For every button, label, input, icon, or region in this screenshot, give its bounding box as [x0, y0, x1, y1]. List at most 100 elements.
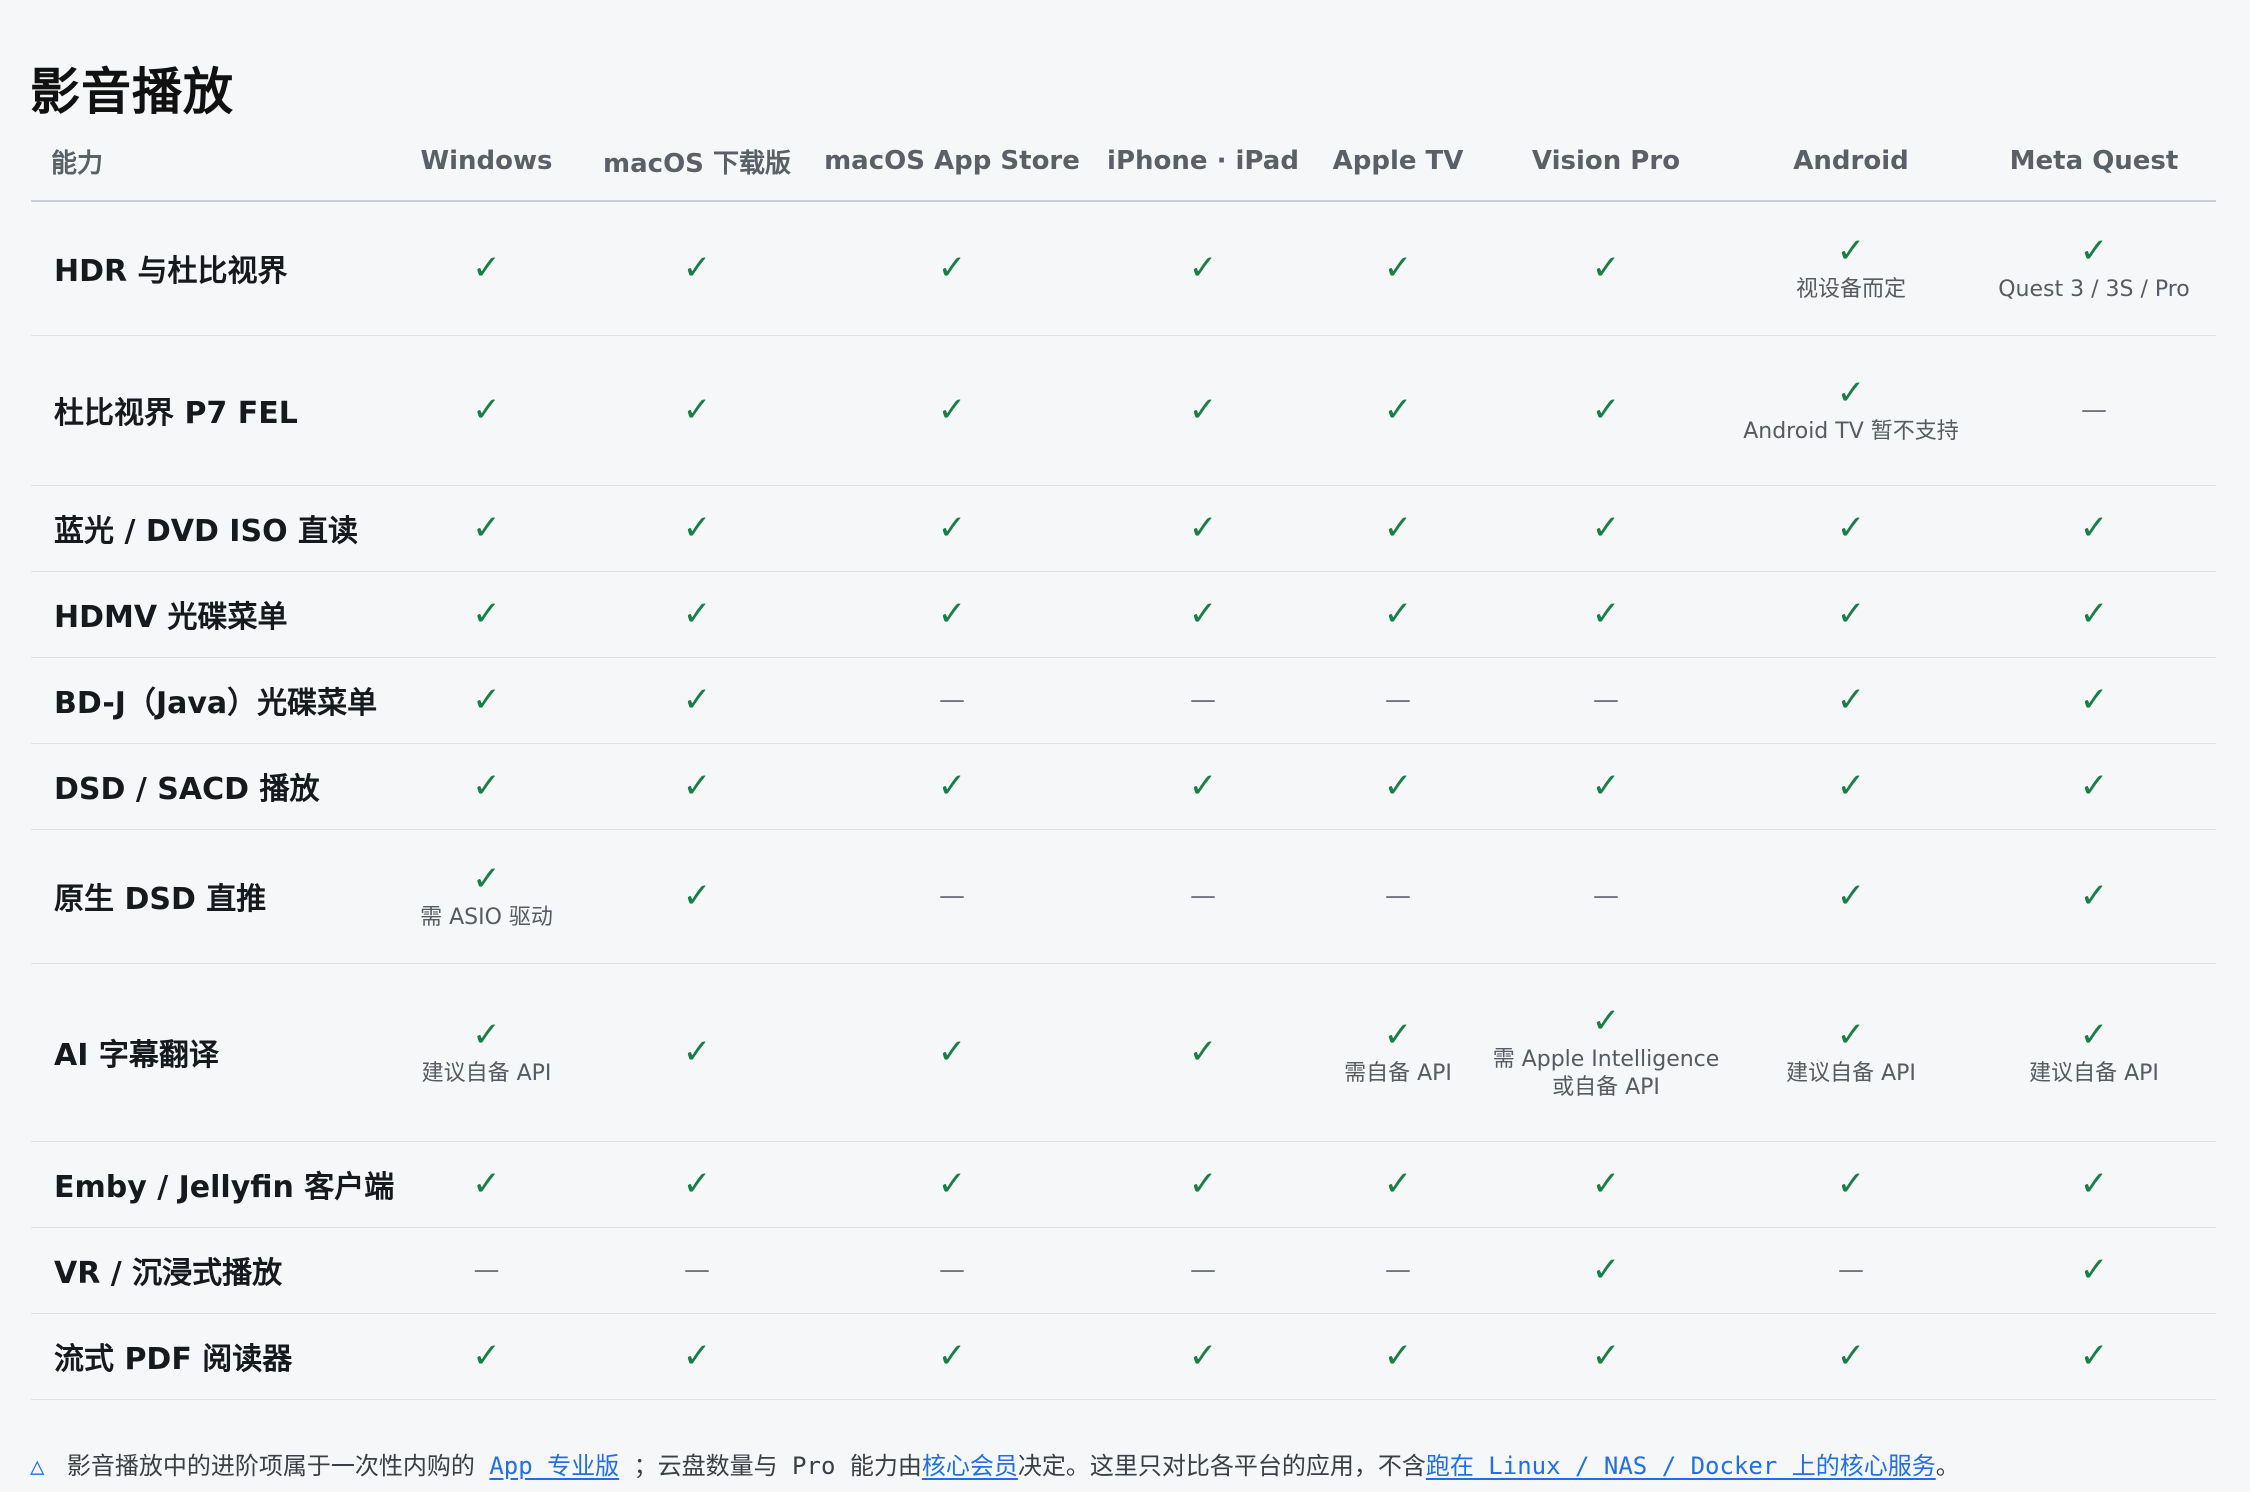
footnote-text-3: 决定。这里只对比各平台的应用，不含 [1017, 1452, 1426, 1480]
support-cell: ✓ [1092, 571, 1314, 658]
checkmark-icon: ✓ [1383, 248, 1413, 289]
checkmark-icon: ✓ [1383, 1336, 1413, 1376]
checkmark-icon: ✓ [472, 508, 501, 548]
support-cell: — [1730, 1227, 1972, 1314]
support-cell: ✓ [1482, 743, 1730, 830]
support-note: 需自备 API [1344, 1061, 1452, 1086]
support-cell: ✓ [1730, 743, 1972, 830]
support-cell: ✓ [1482, 485, 1730, 572]
support-cell: ✓ [1972, 1141, 2216, 1228]
checkmark-icon: ✓ [1836, 373, 1866, 413]
checkmark-icon: ✓ [1591, 1250, 1621, 1290]
support-cell: ✓ 建议自备 API [1730, 963, 1972, 1142]
table-row: Emby / Jellyfin 客户端 ✓ ✓ ✓ ✓ ✓ ✓ ✓ ✓ [31, 1141, 2216, 1228]
footnote-text-2: ；云盘数量与 Pro 能力由 [633, 1452, 922, 1480]
core-member-link[interactable]: 核心会员 [922, 1452, 1018, 1480]
support-cell: ✓ [812, 571, 1092, 658]
checkmark-icon: ✓ [1188, 1336, 1218, 1376]
dash-icon: — [1838, 1255, 1864, 1285]
core-service-link[interactable]: 跑在 Linux / NAS / Docker 上的核心服务 [1426, 1452, 1936, 1480]
support-cell: ✓ [1972, 1227, 2216, 1314]
checkmark-icon: ✓ [472, 766, 501, 806]
checkmark-icon: ✓ [937, 594, 967, 634]
app-pro-link[interactable]: App 专业版 [489, 1452, 619, 1480]
checkmark-icon: ✓ [682, 594, 712, 634]
checkmark-icon: ✓ [682, 680, 712, 720]
support-note: Android TV 暂不支持 [1743, 419, 1959, 444]
checkmark-icon: ✓ [937, 1336, 967, 1376]
support-cell: ✓ [1482, 1313, 1730, 1400]
support-cell: ✓ [582, 335, 812, 486]
support-cell: ✓ [812, 743, 1092, 830]
checkmark-icon: ✓ [1591, 1001, 1621, 1041]
table-body: HDR 与杜比视界 ✓ ✓ ✓ ✓ ✓ ✓ ✓ 视设备而定 ✓ Quest 3 / 3S / Pro… [31, 201, 2216, 1400]
support-cell: — [1482, 829, 1730, 964]
support-cell: ✓ [391, 571, 582, 658]
checkmark-icon: ✓ [682, 248, 712, 289]
checkmark-icon: ✓ [682, 876, 712, 916]
dash-icon: — [1593, 881, 1619, 911]
checkmark-icon: ✓ [937, 248, 967, 289]
checkmark-icon: ✓ [1383, 766, 1413, 806]
checkmark-icon: ✓ [682, 1336, 712, 1376]
checkmark-icon: ✓ [1591, 594, 1621, 634]
table-row: BD-J（Java）光碟菜单 ✓ ✓ — — — — ✓ ✓ [31, 657, 2216, 744]
capability-label: VR / 沉浸式播放 [31, 1227, 391, 1314]
support-cell: ✓ [582, 657, 812, 744]
checkmark-icon: ✓ [937, 508, 967, 548]
column-header-platform: Vision Pro [1482, 122, 1730, 202]
support-cell: ✓ [391, 1141, 582, 1228]
support-cell: ✓ 需 ASIO 驱动 [391, 829, 582, 964]
capability-label: HDMV 光碟菜单 [31, 571, 391, 658]
capability-label: Emby / Jellyfin 客户端 [31, 1141, 394, 1228]
table-row: 流式 PDF 阅读器 ✓ ✓ ✓ ✓ ✓ ✓ ✓ ✓ [31, 1313, 2216, 1400]
support-cell: ✓ [1314, 743, 1482, 830]
column-header-platform: macOS App Store [812, 122, 1092, 202]
dash-icon: — [1593, 685, 1619, 715]
support-cell: ✓ [1730, 571, 1972, 658]
dash-icon: — [473, 1255, 500, 1285]
checkmark-icon: ✓ [1591, 248, 1621, 289]
support-cell: ✓ [812, 1313, 1092, 1400]
footnote: △ 影音播放中的进阶项属于一次性内购的 App 专业版 ；云盘数量与 Pro 能… [30, 1446, 1960, 1481]
checkmark-icon: ✓ [1188, 594, 1218, 634]
support-cell: ✓ [1482, 201, 1730, 336]
support-cell: ✓ [1092, 485, 1314, 572]
support-cell: ✓ [812, 1141, 1092, 1228]
support-cell: ✓ [1482, 571, 1730, 658]
capability-label: DSD / SACD 播放 [31, 743, 391, 830]
support-note: 需 Apple Intelligence 或自备 API [1492, 1047, 1720, 1100]
dash-icon: — [1190, 881, 1216, 911]
support-cell: — [1972, 335, 2216, 486]
support-cell: — [1092, 657, 1314, 744]
support-cell: ✓ [582, 1141, 812, 1228]
support-cell: ✓ [812, 963, 1092, 1142]
checkmark-icon: ✓ [937, 766, 967, 806]
checkmark-icon: ✓ [682, 1164, 712, 1204]
support-cell: ✓ [1092, 963, 1314, 1142]
dash-icon: — [939, 881, 965, 911]
support-cell: ✓ [1972, 485, 2216, 572]
support-cell: ✓ [1972, 829, 2216, 964]
support-cell: ✓ [1730, 485, 1972, 572]
checkmark-icon: ✓ [472, 1336, 501, 1376]
support-cell: ✓ [1972, 657, 2216, 744]
table-row: 原生 DSD 直推 ✓ 需 ASIO 驱动 ✓ — — — — ✓ ✓ [31, 829, 2216, 964]
column-header-platform: Meta Quest [1972, 122, 2216, 202]
checkmark-icon: ✓ [472, 859, 501, 899]
checkmark-icon: ✓ [682, 390, 712, 430]
capability-label: BD-J（Java）光碟菜单 [31, 657, 391, 744]
column-header-platform: Windows [391, 122, 582, 202]
support-cell: ✓ 视设备而定 [1730, 201, 1972, 336]
support-cell: — [1092, 1227, 1314, 1314]
checkmark-icon: ✓ [472, 1164, 501, 1204]
capability-label: 杜比视界 P7 FEL [31, 335, 391, 486]
support-note: 建议自备 API [2029, 1061, 2159, 1086]
column-header-platform: Android [1730, 122, 1972, 202]
checkmark-icon: ✓ [1188, 390, 1218, 430]
support-cell: ✓ [1092, 743, 1314, 830]
support-cell: ✓ [391, 743, 582, 830]
support-cell: ✓ [1092, 335, 1314, 486]
checkmark-icon: ✓ [1836, 1336, 1866, 1376]
dash-icon: — [939, 685, 965, 715]
